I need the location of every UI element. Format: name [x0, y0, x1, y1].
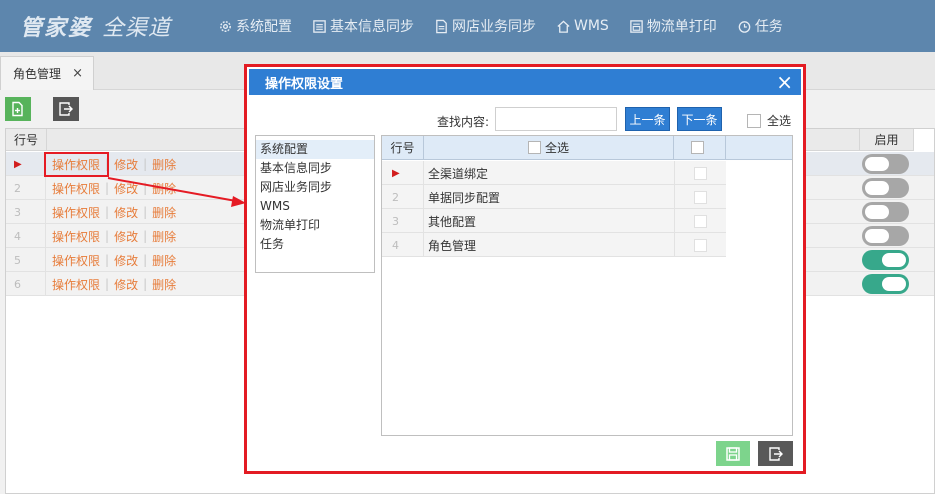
category-item[interactable]: 系统配置 [256, 140, 374, 159]
perm-cell [674, 161, 726, 185]
col-select-all[interactable]: 全选 [424, 136, 674, 160]
category-list: 系统配置 基本信息同步 网店业务同步 WMS 物流单打印 任务 [255, 135, 375, 273]
col-row-no: 行号 [382, 136, 424, 160]
select-all-label: 全选 [767, 114, 792, 128]
permission-dialog: 操作权限设置 × 查找内容: 上一条 下一条 全选 系统配置 基本信息同步 网店… [249, 69, 801, 469]
exit-icon [768, 446, 783, 461]
search-label: 查找内容: [437, 115, 490, 129]
perm-checkbox[interactable] [694, 214, 707, 228]
category-item[interactable]: 网店业务同步 [256, 178, 374, 197]
table-row[interactable]: ▶ 全渠道绑定 [382, 161, 726, 185]
dialog-highlight-frame: 操作权限设置 × 查找内容: 上一条 下一条 全选 系统配置 基本信息同步 网店… [244, 64, 806, 474]
row-indicator: ▶ [382, 161, 424, 185]
row-number: 3 [382, 209, 424, 233]
row-number: 2 [382, 185, 424, 209]
col-checkbox[interactable] [674, 136, 726, 160]
perm-checkbox[interactable] [694, 190, 707, 204]
column-checkbox[interactable] [691, 141, 704, 154]
save-button[interactable] [716, 441, 750, 466]
category-item[interactable]: 物流单打印 [256, 216, 374, 235]
close-icon[interactable]: × [776, 71, 793, 93]
perm-label: 角色管理 [428, 238, 477, 253]
select-all-checkbox[interactable] [747, 113, 761, 128]
dialog-title: 操作权限设置 [265, 76, 344, 92]
perm-label: 其他配置 [428, 214, 477, 229]
perm-cell [674, 185, 726, 209]
category-item[interactable]: 任务 [256, 235, 374, 254]
dialog-header: 操作权限设置 × [249, 69, 801, 95]
prev-button[interactable]: 上一条 [625, 107, 670, 131]
perm-label: 全渠道绑定 [428, 166, 489, 181]
category-item[interactable]: 基本信息同步 [256, 159, 374, 178]
exit-button[interactable] [758, 441, 793, 466]
perm-checkbox[interactable] [694, 238, 707, 252]
select-all-option[interactable]: 全选 [747, 112, 791, 129]
perm-label: 单据同步配置 [428, 190, 501, 205]
table-row[interactable]: 3 其他配置 [382, 209, 726, 233]
next-button[interactable]: 下一条 [677, 107, 722, 131]
search-input[interactable] [495, 107, 617, 131]
perm-checkbox[interactable] [694, 166, 707, 180]
permission-grid: 行号 全选 ▶ 全渠道绑定 2 单据同步配置 3 其他配置 4 角色管理 [381, 135, 793, 436]
header-select-all-label: 全选 [544, 141, 569, 155]
perm-cell [674, 233, 726, 257]
header-select-all-checkbox[interactable] [527, 141, 541, 154]
category-item[interactable]: WMS [256, 197, 374, 216]
perm-cell [674, 209, 726, 233]
col-empty [726, 136, 792, 160]
row-number: 4 [382, 233, 424, 257]
save-icon [726, 446, 740, 461]
table-row[interactable]: 4 角色管理 [382, 233, 726, 257]
table-row[interactable]: 2 单据同步配置 [382, 185, 726, 209]
